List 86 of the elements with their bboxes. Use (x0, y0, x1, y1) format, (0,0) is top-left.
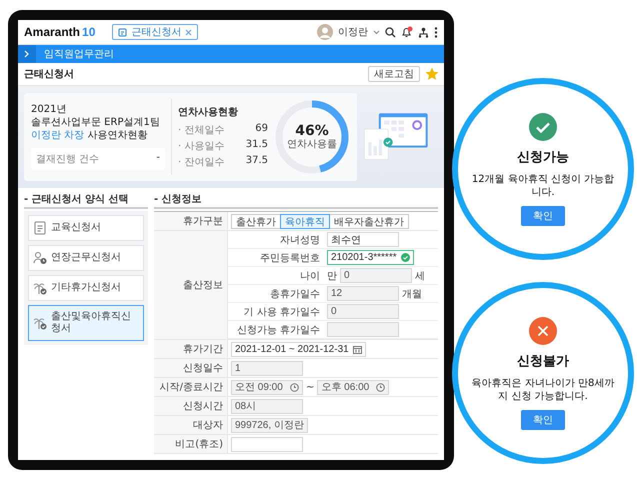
text-field[interactable]: 12 (327, 286, 399, 301)
more-icon[interactable] (434, 26, 438, 38)
tab[interactable]: 근태신청서 (112, 24, 198, 40)
summary-heading: 이정란 차장 사용연차현황 (31, 130, 148, 142)
calendar-icon (352, 344, 362, 354)
text-field[interactable]: 08시 (231, 398, 303, 414)
page-title: 근태신청서 (24, 68, 74, 81)
caret-icon[interactable] (373, 30, 380, 34)
field-label: 신청가능 휴가일수 (228, 321, 324, 339)
stat-label: · 사용일수 (178, 140, 224, 153)
sidebar-toggle[interactable] (18, 45, 36, 63)
form-item[interactable]: 기타휴가신청서 (28, 275, 144, 301)
close-icon[interactable] (185, 28, 192, 36)
refresh-button[interactable]: 새로고침 (368, 66, 420, 82)
palm-tree-icon (33, 281, 47, 295)
field-label: 자녀성명 (228, 231, 324, 249)
check-icon (400, 253, 410, 262)
range-separator: ~ (306, 382, 314, 392)
logo-version: 10 (82, 25, 96, 39)
user-name[interactable]: 이정란 (338, 25, 368, 39)
dialog-title: 신청불가 (517, 352, 569, 370)
field-prefix: 만 (327, 270, 337, 282)
text-field[interactable]: 1 (231, 360, 303, 376)
text-field[interactable]: 0 (340, 268, 412, 283)
logo-text: Amaranth (24, 25, 80, 39)
text-field[interactable]: 999726, 이정란 (231, 418, 308, 432)
text-field[interactable] (231, 436, 303, 452)
stat-value: 37.5 (246, 155, 268, 168)
org-chart-icon[interactable] (418, 26, 429, 38)
field-label: 주민등록번호 (228, 249, 324, 267)
text-field[interactable] (327, 322, 399, 337)
field-label: 휴가기간 (154, 340, 228, 358)
star-icon[interactable] (426, 68, 438, 80)
menu-title: 임직원업무관리 (43, 48, 114, 61)
field-label: 휴가구분 (154, 212, 228, 230)
option-button[interactable]: 배우자출산휴가 (329, 214, 409, 228)
form-item[interactable]: 교육신청서 (28, 215, 144, 241)
document-icon (33, 221, 47, 235)
field-unit: 개월 (402, 288, 422, 300)
text-field[interactable]: 0 (327, 304, 399, 319)
summary-department: 솔루션사업부문 ERP설계1팀 (31, 117, 161, 129)
bell-icon[interactable] (401, 26, 413, 38)
section-title: - 근태신청서 양식 선택 (24, 193, 148, 209)
date-field[interactable]: 2021-12-01 ~ 2021-12-31 (231, 342, 366, 356)
approval-label: 결재진행 건수 (36, 153, 100, 166)
palm-tree-icon (33, 316, 47, 330)
text-field[interactable]: 210201-3****** (327, 250, 414, 265)
option-button[interactable]: 육아휴직 (280, 214, 330, 228)
summary-year: 2021년 (31, 104, 68, 116)
field-label: 비고(휴조) (154, 435, 228, 453)
field-label: 총휴가일수 (228, 285, 324, 303)
time-field[interactable]: 오후 06:00 (317, 380, 390, 394)
avatar-icon[interactable] (317, 24, 333, 40)
clock-icon (376, 382, 386, 392)
check-icon (529, 112, 557, 140)
text-field[interactable]: 최수연 (327, 232, 399, 247)
form-item[interactable]: 연장근무신청서 (28, 245, 144, 271)
usage-rate-label: 연차사용률 (287, 138, 337, 150)
stat-value: 31.5 (246, 139, 268, 152)
field-label: 신청일수 (154, 359, 228, 377)
stat-value: 69 (255, 123, 268, 136)
clock-icon (290, 382, 299, 392)
field-label: 기 사용 휴가일수 (228, 303, 324, 321)
form-item[interactable]: 출산및육아휴직신청서 (28, 305, 144, 341)
dialog-title: 신청가능 (517, 148, 569, 166)
option-button[interactable]: 출산휴가 (231, 214, 281, 228)
time-field[interactable]: 오전 09:00 (231, 380, 303, 394)
person-clock-icon (33, 251, 47, 265)
field-unit: 세 (415, 270, 425, 282)
stats-title: 연차사용현황 (178, 106, 239, 119)
stat-label: · 잔여일수 (178, 156, 224, 169)
search-icon[interactable] (385, 26, 396, 38)
chevron-icon (24, 50, 30, 58)
dialog-message: 12개월 육아휴직 신청이 가능합니다. (470, 172, 616, 198)
section-title: - 신청정보 (154, 193, 438, 209)
approval-value: - (156, 152, 160, 165)
error-icon (529, 316, 557, 344)
stat-label: · 전체일수 (178, 124, 224, 137)
dialog-message: 육아휴직은 자녀나이가 만8세까지 신청 가능합니다. (470, 376, 616, 402)
document-icon (118, 28, 128, 36)
field-label: 나이 (228, 267, 324, 285)
field-label: 시작/종료시간 (154, 378, 228, 396)
field-label: 신청시간 (154, 397, 228, 415)
usage-rate: 46% (295, 124, 329, 138)
field-label: 대상자 (154, 416, 228, 434)
field-label: 출산정보 (154, 231, 228, 339)
